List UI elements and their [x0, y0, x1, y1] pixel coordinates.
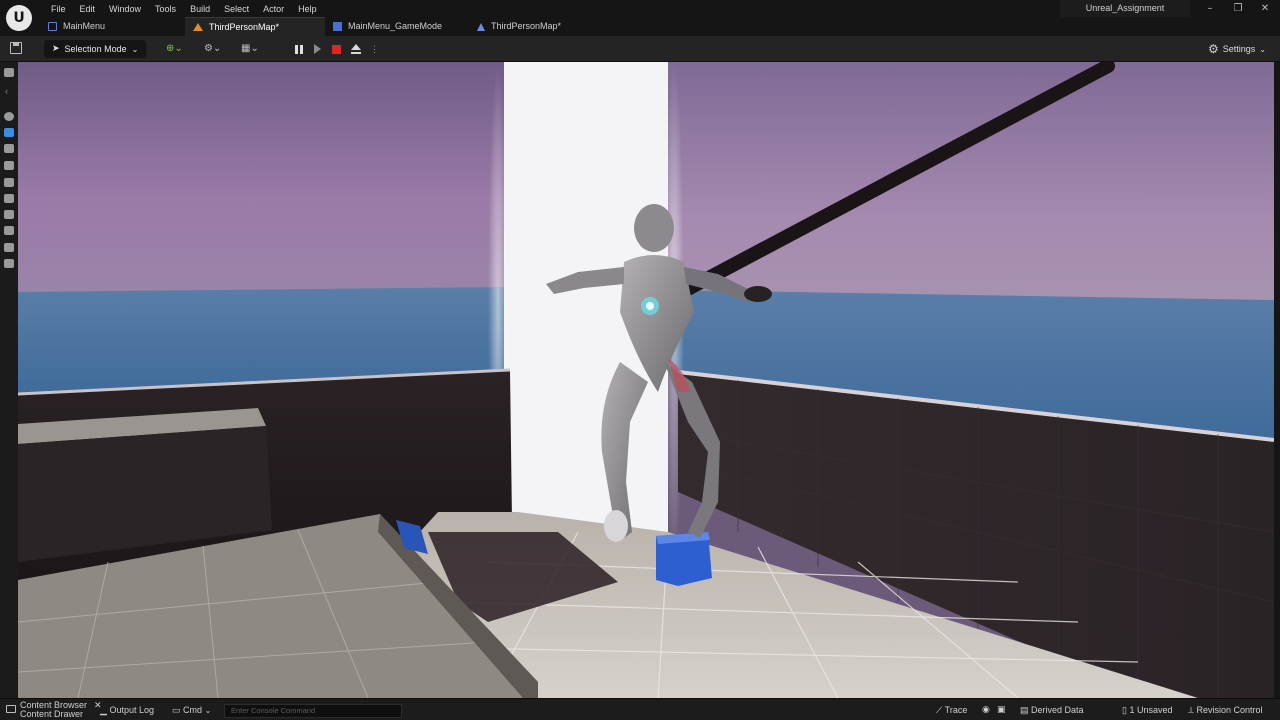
- sphere-icon[interactable]: [4, 178, 14, 187]
- tab-thirdpersonmap-active[interactable]: ThirdPersonMap*: [185, 17, 325, 36]
- unreal-logo-icon[interactable]: U: [6, 5, 32, 31]
- tab-label: ThirdPersonMap*: [209, 21, 280, 32]
- menu-actor[interactable]: Actor: [256, 2, 291, 16]
- menu-tools[interactable]: Tools: [148, 2, 183, 16]
- tab-label: MainMenu_GameMode: [348, 21, 443, 31]
- selection-mode-dropdown[interactable]: ➤ Selection Mode ⌄: [44, 40, 147, 58]
- viewport-scene: [18, 62, 1274, 698]
- trace-label: Trace: [944, 705, 968, 715]
- gear-icon: ⚙: [1208, 42, 1219, 56]
- unsaved-label: 1 Unsaved: [1129, 705, 1173, 715]
- foliage-icon[interactable]: [4, 210, 14, 219]
- restore-icon[interactable]: ❐: [1231, 3, 1245, 15]
- stop-button[interactable]: [328, 40, 345, 58]
- settings-button[interactable]: ⚙ Settings ⌄: [1208, 40, 1266, 58]
- minimize-icon[interactable]: –: [1203, 3, 1217, 15]
- output-log-button[interactable]: ▁ Output Log: [100, 699, 154, 720]
- trace-icon: ⟋: [936, 705, 943, 715]
- cube-icon[interactable]: [4, 194, 14, 203]
- chevron-down-icon: ⌄: [204, 706, 212, 715]
- landscape-mode-icon[interactable]: [4, 128, 14, 137]
- menu-select[interactable]: Select: [217, 2, 256, 16]
- mesh-paint-icon[interactable]: [4, 161, 14, 170]
- menu-build[interactable]: Build: [183, 2, 217, 16]
- play-controls: ⋮: [290, 40, 383, 58]
- level-icon: [48, 22, 57, 31]
- output-log-label: Output Log: [109, 705, 154, 715]
- chevron-down-icon: ⌄: [131, 44, 139, 54]
- status-bar: Content Browser Content Drawer ✕ ▁ Outpu…: [0, 698, 1280, 720]
- eject-icon: [350, 44, 361, 54]
- branch-icon: ⟂: [1188, 705, 1195, 715]
- document-tabs: MainMenu ThirdPersonMap* MainMenu_GameMo…: [40, 17, 599, 36]
- eject-button[interactable]: [347, 40, 364, 58]
- folder-icon: [6, 705, 16, 713]
- chevron-down-icon: ⌄: [1259, 44, 1266, 54]
- map-icon: [193, 23, 203, 31]
- settings-label: Settings: [1222, 44, 1256, 54]
- blueprint-menu-icon[interactable]: ⚙⌄: [204, 41, 221, 57]
- modeling-icon[interactable]: [4, 259, 14, 268]
- modes-strip: ‹: [0, 62, 18, 698]
- step-icon: [314, 44, 321, 54]
- step-button[interactable]: [309, 40, 326, 58]
- log-icon: ▁: [100, 705, 107, 715]
- content-drawer-label: Content Drawer: [20, 709, 84, 719]
- tab-mainmenu[interactable]: MainMenu: [40, 17, 185, 36]
- tab-label: ThirdPersonMap*: [491, 21, 562, 31]
- content-drawer-button[interactable]: Content Browser Content Drawer: [6, 700, 106, 720]
- close-icon[interactable]: ✕: [1258, 3, 1272, 15]
- pause-icon: [294, 44, 303, 54]
- unsaved-button[interactable]: ▯ 1 Unsaved: [1122, 699, 1173, 720]
- pause-button[interactable]: [290, 40, 307, 58]
- file-icon: ▯: [1122, 705, 1127, 715]
- light-icon[interactable]: [4, 144, 14, 153]
- derived-data-button[interactable]: ▤ Derived Data: [1020, 699, 1084, 720]
- cursor-icon: ➤: [52, 44, 60, 54]
- menu-window[interactable]: Window: [102, 2, 148, 16]
- tab-label: MainMenu: [63, 21, 106, 31]
- revision-control-label: Revision Control: [1196, 705, 1263, 715]
- brush-icon[interactable]: [4, 243, 14, 252]
- select-mode-icon[interactable]: [4, 68, 14, 77]
- cinematics-icon[interactable]: ▦⌄: [241, 41, 259, 57]
- terminal-icon: ▭: [172, 705, 181, 715]
- trace-button[interactable]: ⟋ Trace: [936, 699, 967, 720]
- clock-icon[interactable]: [4, 112, 14, 121]
- more-vertical-icon: ⋮: [370, 43, 379, 54]
- save-icon[interactable]: [10, 42, 22, 54]
- menu-help[interactable]: Help: [291, 2, 324, 16]
- fracture-icon[interactable]: [4, 226, 14, 235]
- menu-file[interactable]: File: [44, 2, 73, 16]
- collapse-icon[interactable]: ‹: [5, 86, 8, 96]
- menu-bar: File Edit Window Tools Build Select Acto…: [44, 2, 324, 16]
- menu-edit[interactable]: Edit: [73, 2, 103, 16]
- title-bar: U File Edit Window Tools Build Select Ac…: [0, 0, 1280, 36]
- project-name: Unreal_Assignment: [1060, 0, 1190, 17]
- camera-icon[interactable]: ▣: [997, 699, 1006, 720]
- derived-data-label: Derived Data: [1031, 705, 1084, 715]
- level-viewport[interactable]: [18, 62, 1274, 698]
- selection-mode-label: Selection Mode: [64, 44, 127, 54]
- play-options-button[interactable]: ⋮: [366, 40, 383, 58]
- add-actor-icon[interactable]: ⊕⌄: [166, 41, 183, 57]
- cmd-dropdown[interactable]: ▭ Cmd ⌄: [172, 699, 211, 720]
- tab-mainmenu-gamemode[interactable]: MainMenu_GameMode: [325, 17, 469, 36]
- record-icon[interactable]: ◉: [982, 699, 990, 720]
- console-command-input[interactable]: Enter Console Command: [224, 704, 402, 718]
- map-icon: [477, 22, 485, 31]
- database-icon: ▤: [1020, 705, 1029, 715]
- viewport-right-edge: [1274, 62, 1280, 698]
- level-toolbar: ➤ Selection Mode ⌄ ⊕⌄ ⚙⌄ ▦⌄ ⋮ ⚙ Settings…: [0, 36, 1280, 62]
- cmd-label: Cmd: [183, 705, 203, 715]
- tab-thirdpersonmap[interactable]: ThirdPersonMap*: [469, 17, 599, 36]
- blueprint-icon: [333, 22, 342, 31]
- stop-icon: [332, 44, 341, 54]
- revision-control-button[interactable]: ⟂ Revision Control: [1188, 699, 1263, 720]
